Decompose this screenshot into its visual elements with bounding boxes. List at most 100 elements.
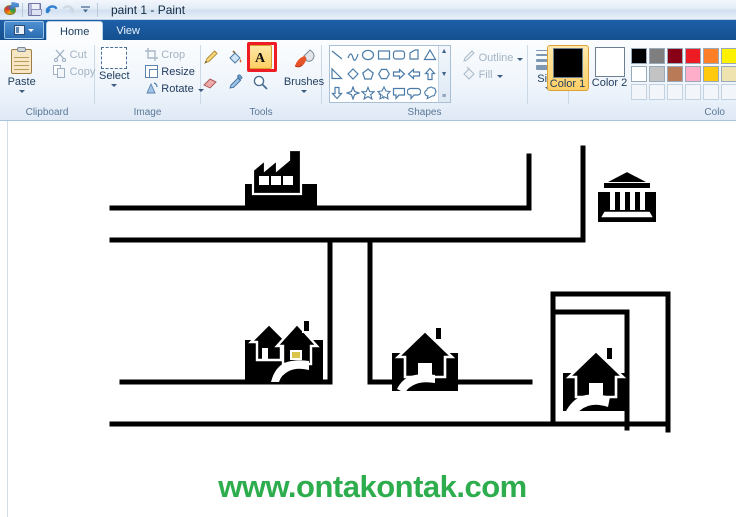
eraser-tool[interactable] [198,70,222,94]
file-menu-button[interactable] [4,21,44,39]
fill-label: Fill [478,68,493,81]
shapes-scrollbar[interactable]: ▲ ▼ ≡ [437,46,450,102]
palette-swatch-r2-c3[interactable] [666,66,683,82]
outline-button[interactable]: Outline [459,49,527,66]
shape-up-arrow[interactable] [422,65,437,84]
palette-swatch-r3-c5[interactable] [702,84,719,100]
shape-five-point-star[interactable] [360,83,376,102]
palette-swatch-r3-c1[interactable] [630,84,647,100]
color-palette[interactable] [630,45,736,101]
shapes-gallery[interactable]: ▲ ▼ ≡ [328,45,451,103]
palette-swatch-r3-c2[interactable] [648,84,665,100]
shape-line[interactable] [330,46,345,65]
palette-swatch-r2-c4[interactable] [684,66,701,82]
palette-swatch-r1-c5[interactable] [702,48,719,64]
paint-logo-icon[interactable] [2,1,19,18]
shape-six-point-star[interactable] [376,83,391,102]
palette-swatch-r3-c6[interactable] [720,84,736,100]
shape-rectangular-callout[interactable] [391,83,406,102]
shape-diagonal-triangle[interactable] [330,65,345,84]
shape-rectangle[interactable] [376,46,391,65]
window-title: paint 1 - Paint [111,2,186,17]
palette-swatch-r3-c3[interactable] [666,84,683,100]
pencil-tool[interactable] [198,45,222,69]
shape-four-point-star[interactable] [345,83,360,102]
ribbon-group-clipboard: Paste Cut Copy Clipboard [0,40,95,121]
palette-swatch-r2-c5[interactable] [702,66,719,82]
bank-icon [598,169,656,222]
shape-down-arrow[interactable] [330,83,345,102]
brushes-button[interactable]: Brushes [280,45,328,93]
paste-button[interactable]: Paste [0,45,48,93]
drawing-canvas[interactable]: www.ontakontak.com [9,121,736,517]
palette-swatch-r2-c6[interactable] [720,66,736,82]
shape-hexagon[interactable] [376,65,391,84]
chevron-down-icon [28,28,34,32]
qat-divider-2 [97,2,98,17]
fill-with-color-tool[interactable] [223,45,247,69]
shape-left-arrow[interactable] [407,65,422,84]
outline-icon [462,49,476,66]
undo-icon[interactable] [43,1,60,18]
shape-rounded-rectangle[interactable] [391,46,406,65]
paste-label: Paste [7,76,36,88]
two-houses-icon [245,319,323,382]
palette-swatch-r2-c2[interactable] [648,66,665,82]
select-label: Select [99,70,130,82]
color2-button[interactable]: Color 2 [589,45,631,89]
canvas-area: www.ontakontak.com [0,121,736,517]
palette-swatch-r1-c3[interactable] [666,48,683,64]
copy-icon [52,64,67,79]
fill-button[interactable]: Fill [459,66,527,83]
tools-group-label: Tools [249,107,273,118]
colors-group-label: Colo [704,107,725,118]
house-icon-center [392,326,458,393]
palette-swatch-r1-c1[interactable] [630,48,647,64]
shape-right-arrow[interactable] [391,65,406,84]
shape-curve[interactable] [345,46,360,65]
text-tool[interactable]: A [248,45,272,69]
expand-gallery-icon[interactable]: ≡ [442,93,446,100]
palette-swatch-r1-c2[interactable] [648,48,665,64]
palette-swatch-r3-c4[interactable] [684,84,701,100]
palette-swatch-r1-c6[interactable] [720,48,736,64]
canvas-left-gutter [0,121,8,517]
shape-diamond[interactable] [345,65,360,84]
shape-cloud-callout[interactable] [422,83,437,102]
tab-home[interactable]: Home [46,21,104,41]
tab-home-label: Home [60,25,90,38]
select-icon [101,47,128,69]
customize-qat-icon[interactable] [77,1,94,18]
ribbon-group-image: Select Crop Resize Rotate Image [95,40,204,121]
shapes-group-label: Shapes [407,107,442,118]
select-button[interactable]: Select [88,45,140,87]
paint-window: paint 1 - Paint Home View Paste Cut Copy… [0,0,736,517]
color-picker-tool[interactable] [223,70,247,94]
color1-button[interactable]: Color 1 [546,45,589,91]
brushes-label: Brushes [283,76,325,88]
svg-text:A: A [255,51,266,65]
save-icon[interactable] [26,1,43,18]
scroll-up-icon[interactable]: ▲ [441,48,448,55]
tab-view[interactable]: View [103,21,153,40]
ribbon-group-colors: Color 1 Color 2 Colo [546,40,736,121]
ribbon-tab-strip: Home View [0,20,736,41]
shape-oval[interactable] [360,46,375,65]
shape-rounded-callout[interactable] [407,83,422,102]
shape-right-triangle[interactable] [407,46,422,65]
palette-swatch-r2-c1[interactable] [630,66,647,82]
palette-swatch-r1-c4[interactable] [684,48,701,64]
fill-icon [462,66,476,83]
shape-triangle[interactable] [422,46,437,65]
magnifier-tool[interactable] [248,70,272,94]
resize-icon [145,65,159,78]
shape-pentagon[interactable] [360,65,375,84]
crop-label: Crop [161,48,186,61]
watermark-text: www.ontakontak.com [218,469,527,504]
scroll-down-icon[interactable]: ▼ [441,71,448,78]
color1-label: Color 1 [549,78,586,90]
chevron-down-icon [111,84,118,87]
chevron-down-icon [18,90,25,93]
brush-icon [294,49,315,68]
quick-access-toolbar [0,0,101,20]
